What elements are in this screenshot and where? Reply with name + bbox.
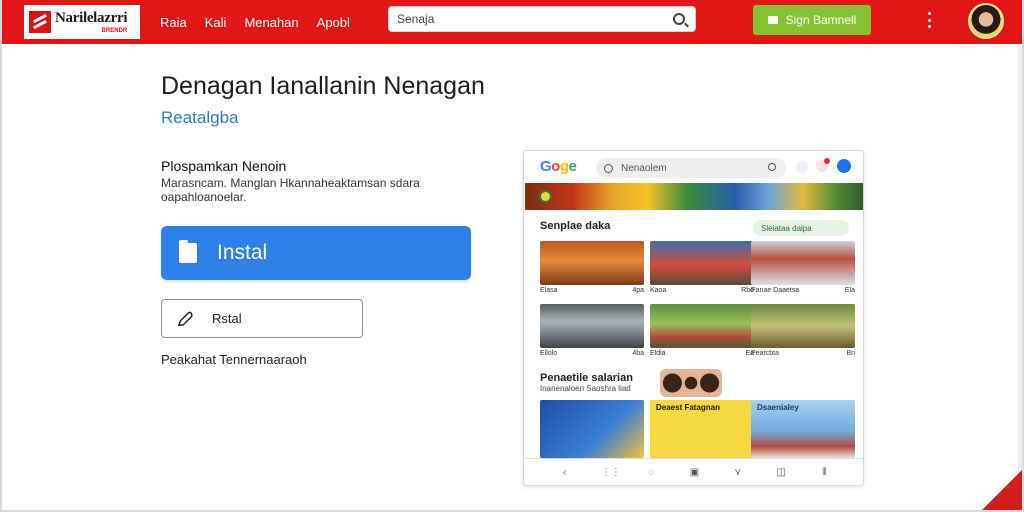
- thumbnail-image: [650, 304, 754, 348]
- logo-name: Narilelazrri: [55, 9, 128, 26]
- preview-header: Goge Nenaolem: [524, 151, 863, 183]
- section-title-1: Senplae daka: [540, 220, 611, 232]
- more-menu-icon[interactable]: [928, 12, 932, 28]
- signup-button[interactable]: Sign Bamnell: [753, 5, 871, 35]
- search-icon: [604, 163, 613, 173]
- description-text: Marasncam. Manglan Hkannaheaktamsan sdar…: [161, 176, 420, 204]
- media-tile[interactable]: Elasa 4pa: [540, 241, 644, 294]
- preview-banner: [525, 183, 863, 210]
- feature-card[interactable]: Dsaenialey: [751, 400, 855, 458]
- secondary-label: Rstal: [212, 311, 242, 326]
- section-subtitle-2: Inanenaloen Saoshra liad: [540, 384, 631, 393]
- media-tile[interactable]: Pearcbta Bn: [751, 304, 855, 357]
- tabs-icon[interactable]: ◫: [774, 467, 788, 478]
- search-box: [388, 6, 696, 32]
- media-icon[interactable]: ▣: [687, 467, 701, 478]
- feature-card[interactable]: [540, 400, 644, 458]
- secondary-button[interactable]: Rstal: [161, 299, 363, 338]
- nav-item-4[interactable]: Apobl: [317, 15, 350, 30]
- banner-badge-icon: [539, 190, 552, 203]
- search-icon[interactable]: [673, 13, 685, 25]
- notification-icon[interactable]: [816, 158, 830, 172]
- thumbnail-image: [540, 304, 644, 348]
- grid-icon[interactable]: ⋮⋮: [601, 467, 621, 478]
- section-chip[interactable]: Sleiataa daipa: [753, 220, 849, 236]
- download-icon: [767, 16, 778, 24]
- nav-item-1[interactable]: Raia: [160, 15, 187, 30]
- preview-search-text: Nenaolem: [621, 162, 667, 174]
- preview-brand: Goge: [540, 158, 577, 175]
- user-avatar[interactable]: [968, 3, 1004, 39]
- media-tile[interactable]: Panae Daaetsa Ela: [751, 241, 855, 294]
- feature-card[interactable]: Deaest Fatagnan: [650, 400, 754, 458]
- signup-label: Sign Bamnell: [785, 13, 857, 27]
- app-preview: Goge Nenaolem Senplae daka Sleiataa daip…: [523, 150, 864, 486]
- page-title: Denagan Ianallanin Nenagan: [161, 72, 485, 100]
- folder-icon: [179, 240, 197, 263]
- search-input[interactable]: [397, 12, 667, 26]
- top-bar: Narilelazrri BRENDR Raia Kali Menahan Ap…: [2, 0, 1022, 44]
- scrollbar[interactable]: [1018, 44, 1022, 510]
- preview-bottom-nav: ‹ ⋮⋮ ◌ ▣ ⋎ ◫ ⦀: [525, 458, 863, 485]
- corner-accent: [982, 470, 1022, 510]
- description-heading: Plospamkan Nenoin: [161, 158, 287, 174]
- nav-item-3[interactable]: Menahan: [244, 15, 298, 30]
- apps-icon[interactable]: [796, 161, 808, 173]
- back-icon[interactable]: ‹: [558, 467, 572, 478]
- footnote-text: Peakahat Tennernaaraoh: [161, 352, 307, 367]
- account-icon[interactable]: [837, 159, 851, 173]
- thumbnail-image: [540, 241, 644, 285]
- media-tile[interactable]: Kaoa Rbo: [650, 241, 754, 294]
- menu-icon[interactable]: ⦀: [817, 467, 831, 478]
- preview-search-bar[interactable]: Nenaolem: [596, 158, 786, 178]
- logo-tagline: BRENDR: [101, 27, 128, 34]
- install-label: Instal: [217, 241, 268, 264]
- nav-item-2[interactable]: Kali: [205, 15, 227, 30]
- thumbnail-image: [751, 304, 855, 348]
- logo-mark-icon: [29, 11, 51, 33]
- collapse-icon[interactable]: ⋎: [731, 467, 745, 478]
- thumbnail-image: [650, 241, 754, 285]
- pencil-icon: [177, 311, 193, 326]
- main-nav: Raia Kali Menahan Apobl: [160, 0, 368, 44]
- app-window: Narilelazrri BRENDR Raia Kali Menahan Ap…: [0, 0, 1024, 512]
- camera-icon[interactable]: [768, 163, 776, 171]
- group-photo[interactable]: [660, 369, 722, 397]
- thumbnail-image: [751, 241, 855, 285]
- install-button[interactable]: Instal: [161, 226, 471, 280]
- media-tile[interactable]: Eldia Ea: [650, 304, 754, 357]
- brand-logo[interactable]: Narilelazrri BRENDR: [24, 5, 140, 39]
- page-subtitle[interactable]: Reatalgba: [161, 108, 239, 128]
- media-tile[interactable]: Ellolo 4ba: [540, 304, 644, 357]
- section-title-2: Penaetile salarian: [540, 372, 633, 384]
- search-icon[interactable]: ◌: [644, 467, 658, 478]
